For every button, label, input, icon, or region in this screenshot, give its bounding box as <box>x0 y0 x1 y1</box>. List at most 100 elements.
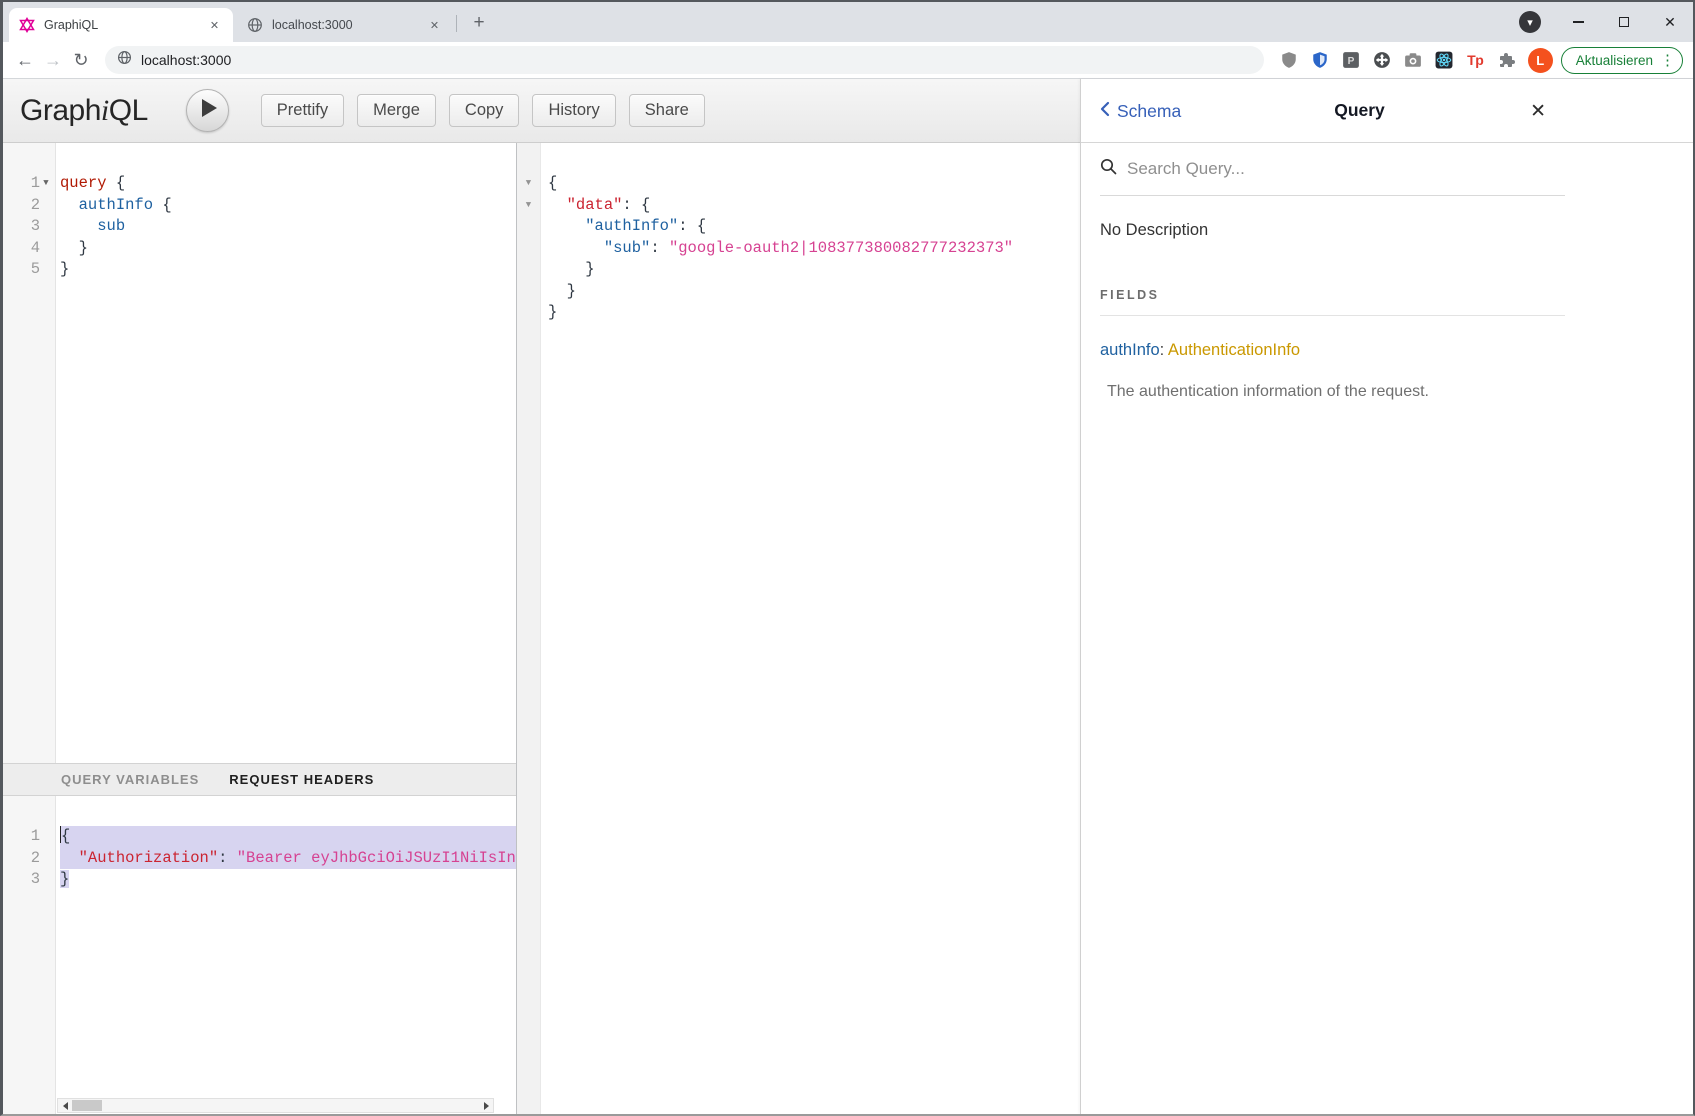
share-button[interactable]: Share <box>629 94 705 127</box>
code-line: { <box>548 173 1080 195</box>
window-maximize-button[interactable] <box>1601 2 1647 42</box>
graphiql-logo: GraphiQL <box>20 94 148 128</box>
line-number: 3 <box>31 869 40 891</box>
gutter-row: 2 <box>3 848 55 870</box>
forward-button[interactable]: → <box>39 46 67 74</box>
browser-window: GraphiQL ✕ localhost:3000 ✕ + ▾ ✕ ← → ↻ … <box>0 0 1695 1116</box>
line-number: 2 <box>31 848 40 870</box>
fold-arrow-icon[interactable]: ▼ <box>526 195 531 217</box>
code-line: { <box>60 826 516 848</box>
line-number: 1 <box>31 826 40 848</box>
address-bar[interactable]: localhost:3000 <box>105 46 1264 74</box>
code-line: sub <box>60 216 516 238</box>
window-close-button[interactable]: ✕ <box>1647 2 1693 42</box>
code-line: "sub": "google-oauth2|108377380082777232… <box>548 238 1080 260</box>
line-number: 1 <box>31 173 40 195</box>
move-cross-icon[interactable] <box>1371 49 1394 72</box>
scrollbar-thumb[interactable] <box>72 1100 102 1111</box>
gutter-row <box>517 259 540 281</box>
tab-separator <box>456 15 457 32</box>
doc-explorer-header: Schema Query ✕ <box>1081 79 1693 143</box>
field-description: The authentication information of the re… <box>1107 383 1565 401</box>
tampermonkey-icon[interactable]: Tp <box>1464 49 1487 72</box>
doc-explorer-panel: Schema Query ✕ No Description FIELDS aut… <box>1080 79 1693 1114</box>
extensions-row: P Tp <box>1278 49 1518 72</box>
tab-request-headers[interactable]: REQUEST HEADERS <box>229 772 374 787</box>
play-icon <box>198 99 217 122</box>
doc-search-input[interactable] <box>1127 159 1565 179</box>
query-column: 1▼2345 query { authInfo { sub }} QUERY V… <box>3 143 517 1114</box>
tab-close-icon[interactable]: ✕ <box>426 17 443 34</box>
tab-title: localhost:3000 <box>272 18 426 32</box>
window-minimize-button[interactable] <box>1555 2 1601 42</box>
ublock-icon[interactable] <box>1278 49 1301 72</box>
p-extension-icon[interactable]: P <box>1340 49 1363 72</box>
browser-update-icon[interactable]: ▾ <box>1519 11 1541 33</box>
site-globe-icon <box>117 50 132 70</box>
gutter-row: 3 <box>3 216 55 238</box>
doc-explorer-title: Query <box>1081 79 1693 142</box>
prettify-button[interactable]: Prettify <box>261 94 344 127</box>
globe-icon <box>247 17 263 33</box>
query-editor-gutter: 1▼2345 <box>3 143 56 763</box>
result-fold-gutter: ▼▼ <box>517 143 541 1114</box>
gutter-row <box>517 302 540 324</box>
doc-search-row <box>1100 143 1565 196</box>
query-editor[interactable]: 1▼2345 query { authInfo { sub }} <box>3 143 516 763</box>
tab-query-variables[interactable]: QUERY VARIABLES <box>61 772 199 787</box>
gutter-row: 5 <box>3 259 55 281</box>
execute-query-button[interactable] <box>186 89 229 132</box>
line-number: 3 <box>31 216 40 238</box>
react-devtools-icon[interactable] <box>1433 49 1456 72</box>
camera-icon[interactable] <box>1402 49 1425 72</box>
gutter-row <box>517 216 540 238</box>
gutter-row <box>517 238 540 260</box>
field-name-link[interactable]: authInfo <box>1100 341 1160 359</box>
result-json: { "data": { "authInfo": { "sub": "google… <box>541 143 1080 1114</box>
search-icon <box>1100 158 1117 180</box>
fold-arrow-icon[interactable]: ▼ <box>40 173 52 195</box>
history-button[interactable]: History <box>532 94 615 127</box>
tab-title: GraphiQL <box>44 18 206 32</box>
merge-button[interactable]: Merge <box>357 94 436 127</box>
gutter-row: 1▼ <box>3 173 55 195</box>
code-line: } <box>60 869 516 891</box>
fields-heading: FIELDS <box>1100 288 1565 316</box>
extensions-puzzle-icon[interactable] <box>1495 49 1518 72</box>
reload-button[interactable]: ↻ <box>67 46 95 74</box>
code-line: } <box>60 238 516 260</box>
line-number: 2 <box>31 195 40 217</box>
horizontal-scrollbar[interactable] <box>57 1098 494 1113</box>
query-editor-code[interactable]: query { authInfo { sub }} <box>56 143 516 763</box>
copy-button[interactable]: Copy <box>449 94 520 127</box>
line-number: 4 <box>31 238 40 260</box>
kebab-menu-icon[interactable]: ⋮ <box>1660 51 1675 69</box>
field-type-link[interactable]: AuthenticationInfo <box>1168 341 1300 359</box>
doc-explorer-body: No Description FIELDS authInfo: Authenti… <box>1081 196 1693 401</box>
code-line: query { <box>60 173 516 195</box>
secondary-editor-tabs: QUERY VARIABLES REQUEST HEADERS <box>3 763 516 796</box>
result-viewer: ▼▼ { "data": { "authInfo": { "sub": "goo… <box>517 143 1080 1114</box>
scrollbar-left-arrow-icon[interactable] <box>58 1099 72 1112</box>
window-controls: ▾ ✕ <box>1519 2 1693 42</box>
browser-toolbar: ← → ↻ localhost:3000 P <box>3 42 1693 79</box>
tab-localhost[interactable]: localhost:3000 ✕ <box>237 8 453 42</box>
fold-arrow-icon[interactable]: ▼ <box>526 173 531 195</box>
gutter-row: 3 <box>3 869 55 891</box>
headers-editor-gutter: 123 <box>3 796 56 1114</box>
back-button[interactable]: ← <box>11 46 39 74</box>
bitwarden-icon[interactable] <box>1309 49 1332 72</box>
doc-close-icon[interactable]: ✕ <box>1530 79 1546 143</box>
tab-close-icon[interactable]: ✕ <box>206 17 223 34</box>
request-headers-editor[interactable]: 123 { "Authorization": "Bearer eyJhbGciO… <box>3 796 516 1114</box>
profile-avatar[interactable]: L <box>1528 48 1553 73</box>
code-line: } <box>548 281 1080 303</box>
code-line: "authInfo": { <box>548 216 1080 238</box>
aktualisieren-button[interactable]: Aktualisieren ⋮ <box>1561 47 1683 74</box>
tab-graphiql[interactable]: GraphiQL ✕ <box>9 8 233 42</box>
scrollbar-right-arrow-icon[interactable] <box>479 1099 493 1112</box>
new-tab-button[interactable]: + <box>466 10 492 36</box>
gutter-row: ▼ <box>517 173 540 195</box>
editors-area: 1▼2345 query { authInfo { sub }} QUERY V… <box>3 143 1080 1114</box>
headers-editor-code[interactable]: { "Authorization": "Bearer eyJhbGciOiJSU… <box>56 796 516 1114</box>
